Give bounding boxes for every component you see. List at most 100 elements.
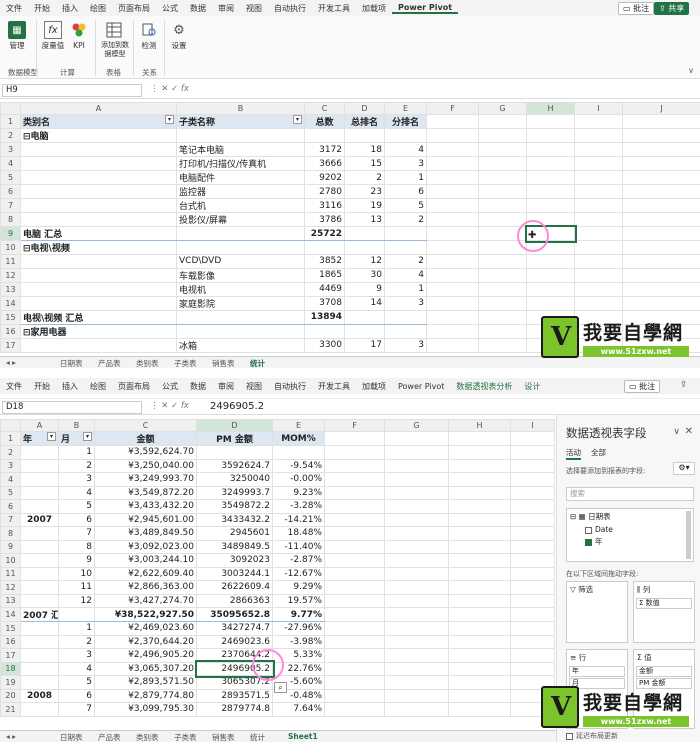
sheet-tab[interactable]: 销售表 bbox=[212, 358, 235, 369]
cell-empty[interactable] bbox=[325, 473, 385, 487]
cell-amount[interactable]: ¥3,592,624.70 bbox=[95, 446, 197, 460]
cell-empty[interactable] bbox=[325, 432, 385, 446]
cell-total[interactable]: 13894 bbox=[305, 310, 345, 324]
column-header[interactable]: I bbox=[511, 420, 555, 432]
cell-empty[interactable] bbox=[385, 594, 449, 608]
row-header[interactable]: 13 bbox=[1, 282, 21, 296]
sheet-tab[interactable]: 类别表 bbox=[136, 358, 159, 369]
cell-amount[interactable]: ¥2,866,363.00 bbox=[95, 581, 197, 595]
cell-sub-rank[interactable] bbox=[385, 129, 427, 143]
column-header[interactable]: B bbox=[59, 420, 95, 432]
filter-dropdown-icon[interactable]: ▾ bbox=[47, 432, 56, 441]
cell-empty[interactable] bbox=[449, 567, 511, 581]
cell-empty[interactable] bbox=[623, 115, 700, 129]
fx-icon-2[interactable]: fx bbox=[181, 401, 189, 411]
cell-empty[interactable] bbox=[575, 171, 623, 185]
cell-empty[interactable] bbox=[449, 703, 511, 717]
cell-empty[interactable] bbox=[511, 527, 555, 541]
cell-sub-rank[interactable]: 4 bbox=[385, 268, 427, 282]
cell-empty[interactable] bbox=[427, 115, 479, 129]
sheet-tab[interactable]: 子类表 bbox=[174, 358, 197, 369]
cell-month[interactable]: 5 bbox=[59, 500, 95, 514]
cell-empty[interactable] bbox=[575, 199, 623, 213]
cell-empty[interactable] bbox=[385, 608, 449, 622]
cell-total[interactable]: 4469 bbox=[305, 282, 345, 296]
cell-year[interactable] bbox=[21, 473, 59, 487]
row-header[interactable]: 3 bbox=[1, 143, 21, 157]
cell-year[interactable] bbox=[21, 486, 59, 500]
cell-subcategory[interactable]: 打印机/扫描仪/传真机 bbox=[177, 157, 305, 171]
cell-total-rank[interactable]: 14 bbox=[345, 296, 385, 310]
cell-category[interactable] bbox=[21, 296, 177, 310]
row-header[interactable]: 7 bbox=[1, 513, 21, 527]
menu-item[interactable]: 插入 bbox=[56, 3, 84, 14]
cell-sub-rank[interactable] bbox=[385, 324, 427, 338]
cell-sub-rank[interactable]: 2 bbox=[385, 213, 427, 227]
cell-mom[interactable]: -9.54% bbox=[273, 459, 325, 473]
cell-month[interactable]: 3 bbox=[59, 473, 95, 487]
cell-total-rank[interactable]: 13 bbox=[345, 213, 385, 227]
cell-empty[interactable] bbox=[575, 143, 623, 157]
cell-month[interactable]: 9 bbox=[59, 554, 95, 568]
cell-subcategory[interactable]: 笔记本电脑 bbox=[177, 143, 305, 157]
field-date[interactable]: Date bbox=[567, 524, 693, 535]
menu-item[interactable]: 设计 bbox=[518, 381, 546, 392]
cell-subcategory[interactable]: VCD\DVD bbox=[177, 255, 305, 269]
cell-amount[interactable]: ¥3,249,993.70 bbox=[95, 473, 197, 487]
cell-empty[interactable] bbox=[527, 157, 575, 171]
cell-total-rank[interactable]: 23 bbox=[345, 185, 385, 199]
cell-empty[interactable] bbox=[511, 446, 555, 460]
menu-item[interactable]: 加载项 bbox=[356, 3, 392, 14]
cell-empty[interactable] bbox=[623, 296, 700, 310]
cell-empty[interactable] bbox=[325, 676, 385, 690]
row-header[interactable]: 15 bbox=[1, 622, 21, 636]
cell-empty[interactable] bbox=[427, 185, 479, 199]
values-chip[interactable]: Σ 数值 bbox=[636, 598, 692, 609]
cell-amount[interactable]: ¥3,433,432.20 bbox=[95, 500, 197, 514]
cell-empty[interactable] bbox=[511, 662, 555, 676]
cell-empty[interactable] bbox=[427, 338, 479, 352]
row-header[interactable]: 1 bbox=[1, 432, 21, 446]
cell-sub-rank[interactable] bbox=[385, 227, 427, 241]
cell-empty[interactable] bbox=[511, 594, 555, 608]
cell-mom[interactable]: 9.29% bbox=[273, 581, 325, 595]
menu-item[interactable]: 绘图 bbox=[84, 381, 112, 392]
cell-month[interactable]: 4 bbox=[59, 662, 95, 676]
cell-empty[interactable] bbox=[427, 199, 479, 213]
cell-total-rank[interactable] bbox=[345, 227, 385, 241]
cell-empty[interactable] bbox=[449, 473, 511, 487]
cell-empty[interactable] bbox=[479, 143, 527, 157]
menu-item[interactable]: 开发工具 bbox=[312, 381, 356, 392]
cell-empty[interactable] bbox=[449, 594, 511, 608]
menu-item[interactable]: 自动执行 bbox=[268, 381, 312, 392]
cell-empty[interactable] bbox=[623, 143, 700, 157]
cell-empty[interactable] bbox=[385, 446, 449, 460]
cell-pm-amount[interactable]: 2879774.8 bbox=[197, 703, 273, 717]
cell-empty[interactable] bbox=[449, 432, 511, 446]
cell-empty[interactable] bbox=[623, 157, 700, 171]
cell-mom[interactable]: -2.87% bbox=[273, 554, 325, 568]
cell-pm-amount[interactable]: 2469023.6 bbox=[197, 635, 273, 649]
cell-empty[interactable] bbox=[325, 459, 385, 473]
cell-subcategory[interactable]: 电视机 bbox=[177, 282, 305, 296]
cell-mom[interactable]: 19.57% bbox=[273, 594, 325, 608]
row-header[interactable]: 17 bbox=[1, 338, 21, 352]
cell-empty[interactable] bbox=[325, 649, 385, 663]
cell-amount[interactable]: ¥2,370,644.20 bbox=[95, 635, 197, 649]
sheet-nav-arrows[interactable]: ◂ ▸ bbox=[6, 358, 16, 367]
cell-empty[interactable] bbox=[623, 255, 700, 269]
cell-mom[interactable]: 18.48% bbox=[273, 527, 325, 541]
row-header[interactable]: 10 bbox=[1, 241, 21, 255]
cell-empty[interactable] bbox=[527, 268, 575, 282]
cell-total[interactable]: 3852 bbox=[305, 255, 345, 269]
sheet-tab[interactable]: 统计 bbox=[250, 732, 265, 743]
cell-total[interactable]: 3666 bbox=[305, 157, 345, 171]
cell-category[interactable] bbox=[21, 213, 177, 227]
row-header[interactable]: 16 bbox=[1, 324, 21, 338]
cell-empty[interactable] bbox=[325, 581, 385, 595]
fx-icon[interactable]: fx bbox=[181, 84, 189, 94]
row-header[interactable]: 14 bbox=[1, 608, 21, 622]
cell-subcategory[interactable]: 车载影像 bbox=[177, 268, 305, 282]
cell-empty[interactable] bbox=[427, 296, 479, 310]
cell-empty[interactable] bbox=[325, 554, 385, 568]
